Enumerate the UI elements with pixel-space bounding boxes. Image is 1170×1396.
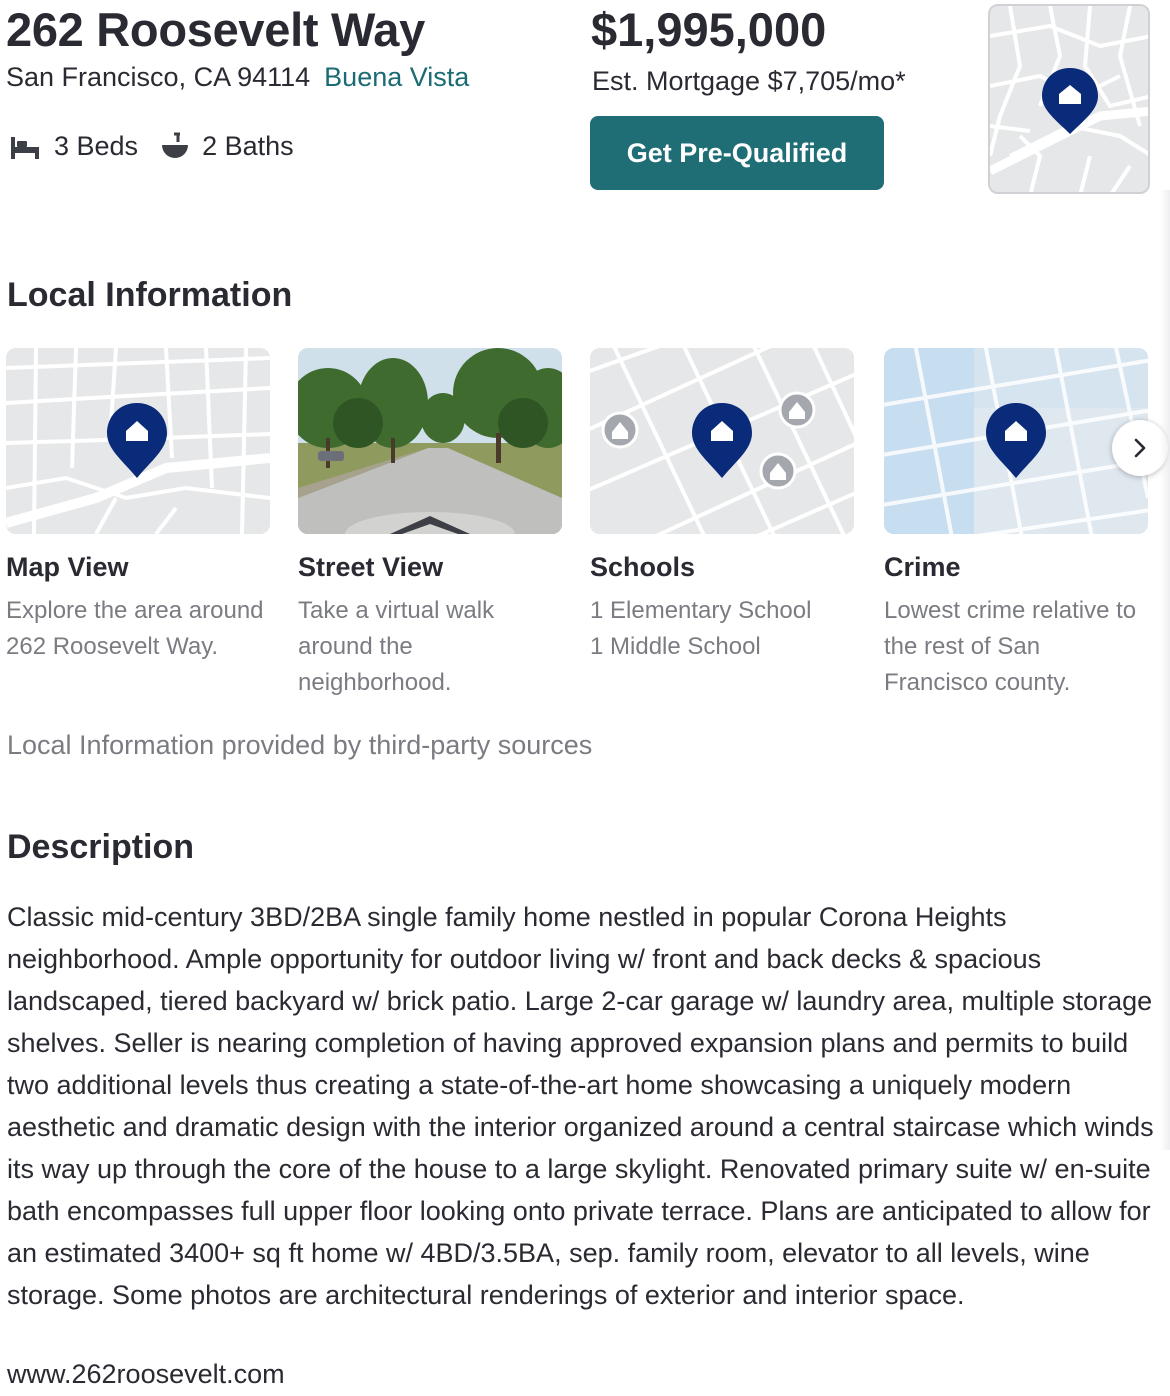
neighborhood-link[interactable]: Buena Vista: [324, 62, 469, 92]
city-state-zip: San Francisco, CA 94114: [6, 62, 311, 92]
property-website-link[interactable]: www.262roosevelt.com: [7, 1359, 285, 1390]
crime-image[interactable]: [884, 348, 1148, 534]
baths-fact: 2 Baths: [160, 130, 294, 162]
elementary-school-count: 1 Elementary School: [590, 597, 812, 624]
street-view-card[interactable]: Street View Take a virtual walk around t…: [298, 348, 562, 701]
description-text: Classic mid-century 3BD/2BA single famil…: [7, 902, 1154, 1310]
card-title: Crime: [884, 552, 961, 582]
get-pre-qualified-button[interactable]: Get Pre-Qualified: [590, 116, 884, 190]
beds-label: 3 Beds: [54, 130, 139, 161]
chevron-right-icon: [1134, 438, 1146, 458]
beds-fact: 3 Beds: [8, 131, 138, 162]
bath-icon: [160, 130, 190, 162]
schools-card[interactable]: Schools 1 Elementary School 1 Middle Sch…: [590, 348, 854, 665]
card-title: Map View: [6, 552, 129, 582]
crime-card[interactable]: Crime Lowest crime relative to the rest …: [884, 348, 1148, 701]
description-heading: Description: [7, 828, 195, 866]
street-view-graphic: [298, 348, 562, 534]
card-description: Explore the area around 262 Roosevelt Wa…: [6, 597, 264, 660]
middle-school-count: 1 Middle School: [590, 633, 761, 660]
map-view-image[interactable]: [6, 348, 270, 534]
map-view-graphic: [6, 348, 270, 534]
card-description: Take a virtual walk around the neighborh…: [298, 597, 495, 696]
bed-icon: [8, 131, 42, 161]
card-description: 1 Elementary School 1 Middle School: [590, 593, 852, 665]
third-party-sources-note: Local Information provided by third-part…: [7, 730, 593, 760]
street-view-image[interactable]: [298, 348, 562, 534]
estimated-mortgage: Est. Mortgage $7,705/mo*: [592, 66, 906, 96]
schools-image[interactable]: [590, 348, 854, 534]
baths-label: 2 Baths: [202, 130, 294, 161]
property-address: 262 Roosevelt Way: [6, 3, 425, 56]
schools-map-graphic: [590, 348, 854, 534]
school-icon: [759, 452, 797, 490]
city-line: San Francisco, CA 94114 Buena Vista: [6, 62, 469, 93]
property-facts: 3 Beds 2 Baths: [8, 130, 294, 162]
card-title: Schools: [590, 552, 696, 582]
crime-map-graphic: [884, 348, 1148, 534]
card-title: Street View: [298, 552, 444, 582]
school-icon: [601, 411, 639, 449]
listing-price: $1,995,000: [591, 3, 827, 56]
card-description: Lowest crime relative to the rest of San…: [884, 597, 1137, 696]
scroll-edge-shadow: [1160, 190, 1170, 1150]
local-information-heading: Local Information: [7, 276, 293, 314]
map-thumbnail[interactable]: [988, 4, 1150, 194]
school-icon: [778, 391, 816, 429]
map-thumbnail-graphic: [990, 6, 1148, 192]
map-view-card[interactable]: Map View Explore the area around 262 Roo…: [6, 348, 270, 665]
